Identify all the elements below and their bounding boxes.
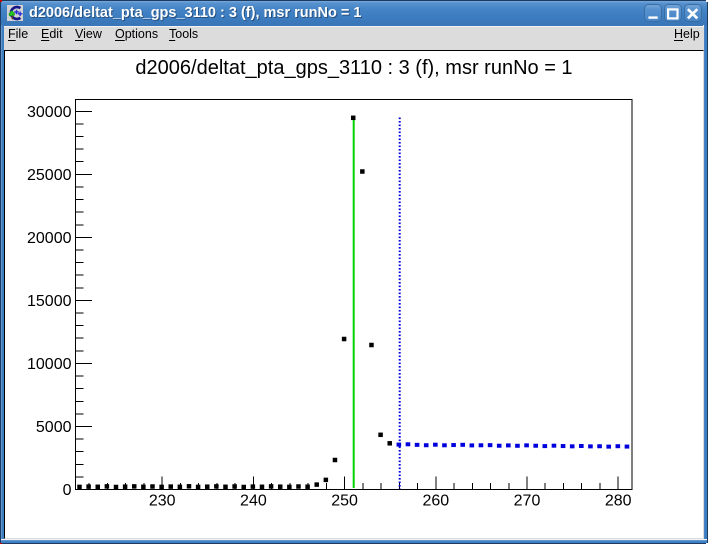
svg-text:20000: 20000 — [27, 230, 72, 247]
svg-text:10000: 10000 — [27, 356, 72, 373]
svg-text:30000: 30000 — [27, 104, 72, 121]
svg-text:d2006/deltat_pta_gps_3110 : 3: d2006/deltat_pta_gps_3110 : 3 (f), msr r… — [135, 57, 572, 79]
svg-text:270: 270 — [514, 493, 541, 510]
svg-text:260: 260 — [422, 493, 449, 510]
svg-text:230: 230 — [149, 493, 176, 510]
svg-text:240: 240 — [240, 493, 267, 510]
svg-text:280: 280 — [605, 493, 632, 510]
svg-text:0: 0 — [63, 482, 72, 499]
svg-text:250: 250 — [331, 493, 358, 510]
svg-text:25000: 25000 — [27, 167, 72, 184]
svg-text:15000: 15000 — [27, 293, 72, 310]
svg-text:5000: 5000 — [36, 419, 72, 436]
